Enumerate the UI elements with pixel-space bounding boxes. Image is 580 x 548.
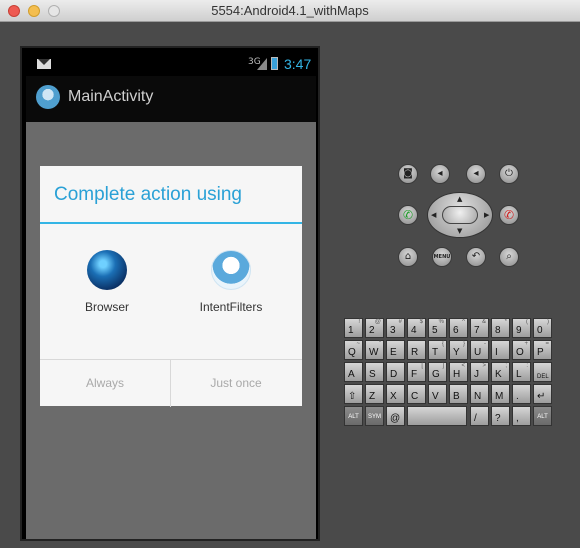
key-0[interactable]: 0): [533, 318, 552, 338]
key-2[interactable]: 2 @: [365, 318, 384, 338]
key-y[interactable]: Y}: [449, 340, 468, 360]
key-k[interactable]: K;: [491, 362, 510, 382]
key-at[interactable]: @: [386, 406, 405, 426]
home-icon[interactable]: ⌂: [398, 247, 418, 267]
dialog-title: Complete action using: [54, 184, 242, 205]
key-v[interactable]: V: [428, 384, 447, 404]
call-icon[interactable]: ✆: [398, 205, 418, 225]
key-alt-right[interactable]: ALT: [533, 406, 552, 426]
key-d[interactable]: D: [386, 362, 405, 382]
key-7[interactable]: 7 &: [470, 318, 489, 338]
search-icon[interactable]: ⌕: [499, 247, 519, 267]
key-a[interactable]: A: [344, 362, 363, 382]
hardware-keyboard: 1! 2 @ 3 # 4 $ 5% 6 ^ 7 & 8 * 9( 0) Q ~ W " E R …: [344, 318, 572, 438]
browser-globe-icon: [87, 250, 127, 290]
key-p[interactable]: P =: [533, 340, 552, 360]
key-1[interactable]: 1!: [344, 318, 363, 338]
dialog-title-divider: [40, 222, 302, 224]
status-bar: 3G 3:47: [26, 52, 316, 76]
key-w[interactable]: W ": [365, 340, 384, 360]
signal-strength-icon: [257, 58, 267, 70]
key-q[interactable]: Q ~: [344, 340, 363, 360]
option-intentfilters-label: IntentFilters: [199, 300, 263, 314]
key-enter[interactable]: ↵: [533, 384, 552, 404]
back-icon[interactable]: ↶: [466, 247, 486, 267]
key-i[interactable]: I: [491, 340, 510, 360]
dialog-button-row: Always Just once: [40, 359, 302, 407]
key-z[interactable]: Z: [365, 384, 384, 404]
just-once-button[interactable]: Just once: [171, 360, 301, 407]
key-n[interactable]: N: [470, 384, 489, 404]
key-slash[interactable]: /: [470, 406, 489, 426]
key-o[interactable]: O +: [512, 340, 531, 360]
action-bar: MainActivity: [26, 76, 316, 123]
key-f[interactable]: F[: [407, 362, 426, 382]
battery-icon: [271, 57, 278, 70]
dpad-up-icon[interactable]: ▲: [457, 195, 462, 203]
phone-frame: 3G 3:47 MainActivity Complete action usi…: [20, 46, 320, 541]
key-g[interactable]: G]: [428, 362, 447, 382]
key-b[interactable]: B: [449, 384, 468, 404]
key-question[interactable]: ?: [491, 406, 510, 426]
window-title: 5554:Android4.1_withMaps: [211, 3, 369, 18]
camera-icon[interactable]: ◙: [398, 164, 418, 184]
key-shift[interactable]: ⇧: [344, 384, 363, 404]
app-launcher-icon[interactable]: [36, 85, 60, 109]
window-titlebar: 5554:Android4.1_withMaps: [0, 0, 580, 22]
key-3[interactable]: 3 #: [386, 318, 405, 338]
emulator-body: 3G 3:47 MainActivity Complete action usi…: [0, 22, 580, 548]
key-h[interactable]: H <: [449, 362, 468, 382]
dpad-center-button[interactable]: [442, 206, 478, 224]
menu-icon[interactable]: MENU: [432, 247, 452, 267]
key-6[interactable]: 6 ^: [449, 318, 468, 338]
status-clock: 3:47: [284, 56, 312, 72]
key-comma[interactable]: ,: [512, 406, 531, 426]
key-m[interactable]: M: [491, 384, 510, 404]
dpad-left-icon[interactable]: ◀: [431, 211, 436, 219]
intentfilters-app-icon: [211, 250, 251, 290]
end-call-icon[interactable]: ✆: [499, 205, 519, 225]
volume-down-icon[interactable]: ◂: [430, 164, 450, 184]
option-intentfilters[interactable]: IntentFilters: [176, 250, 286, 314]
key-del[interactable]: DEL: [533, 362, 552, 382]
email-notification-icon[interactable]: [37, 59, 51, 69]
option-browser-label: Browser: [84, 300, 129, 314]
key-5[interactable]: 5%: [428, 318, 447, 338]
key-9[interactable]: 9(: [512, 318, 531, 338]
chooser-dialog: Complete action using Browser IntentFilt…: [40, 166, 302, 407]
power-icon[interactable]: ⏻: [499, 164, 519, 184]
key-c[interactable]: C: [407, 384, 426, 404]
volume-up-icon[interactable]: ◂: [466, 164, 486, 184]
dpad-right-icon[interactable]: ▶: [484, 211, 489, 219]
key-e[interactable]: E: [386, 340, 405, 360]
dpad[interactable]: ▲ ▼ ◀ ▶: [427, 192, 493, 238]
app-title: MainActivity: [68, 88, 154, 105]
key-period[interactable]: .: [512, 384, 531, 404]
key-sym[interactable]: SYM: [365, 406, 384, 426]
key-4[interactable]: 4 $: [407, 318, 426, 338]
dpad-down-icon[interactable]: ▼: [457, 227, 462, 235]
key-s[interactable]: S: [365, 362, 384, 382]
key-alt-left[interactable]: ALT: [344, 406, 363, 426]
option-browser[interactable]: Browser: [52, 250, 162, 314]
key-x[interactable]: X: [386, 384, 405, 404]
key-j[interactable]: J >: [470, 362, 489, 382]
key-u[interactable]: U-: [470, 340, 489, 360]
key-l[interactable]: L:: [512, 362, 531, 382]
device-screen: 3G 3:47 MainActivity Complete action usi…: [26, 52, 316, 539]
always-button[interactable]: Always: [40, 360, 171, 407]
key-t[interactable]: T{: [428, 340, 447, 360]
key-8[interactable]: 8 *: [491, 318, 510, 338]
key-space[interactable]: [407, 406, 467, 426]
key-r[interactable]: R: [407, 340, 426, 360]
